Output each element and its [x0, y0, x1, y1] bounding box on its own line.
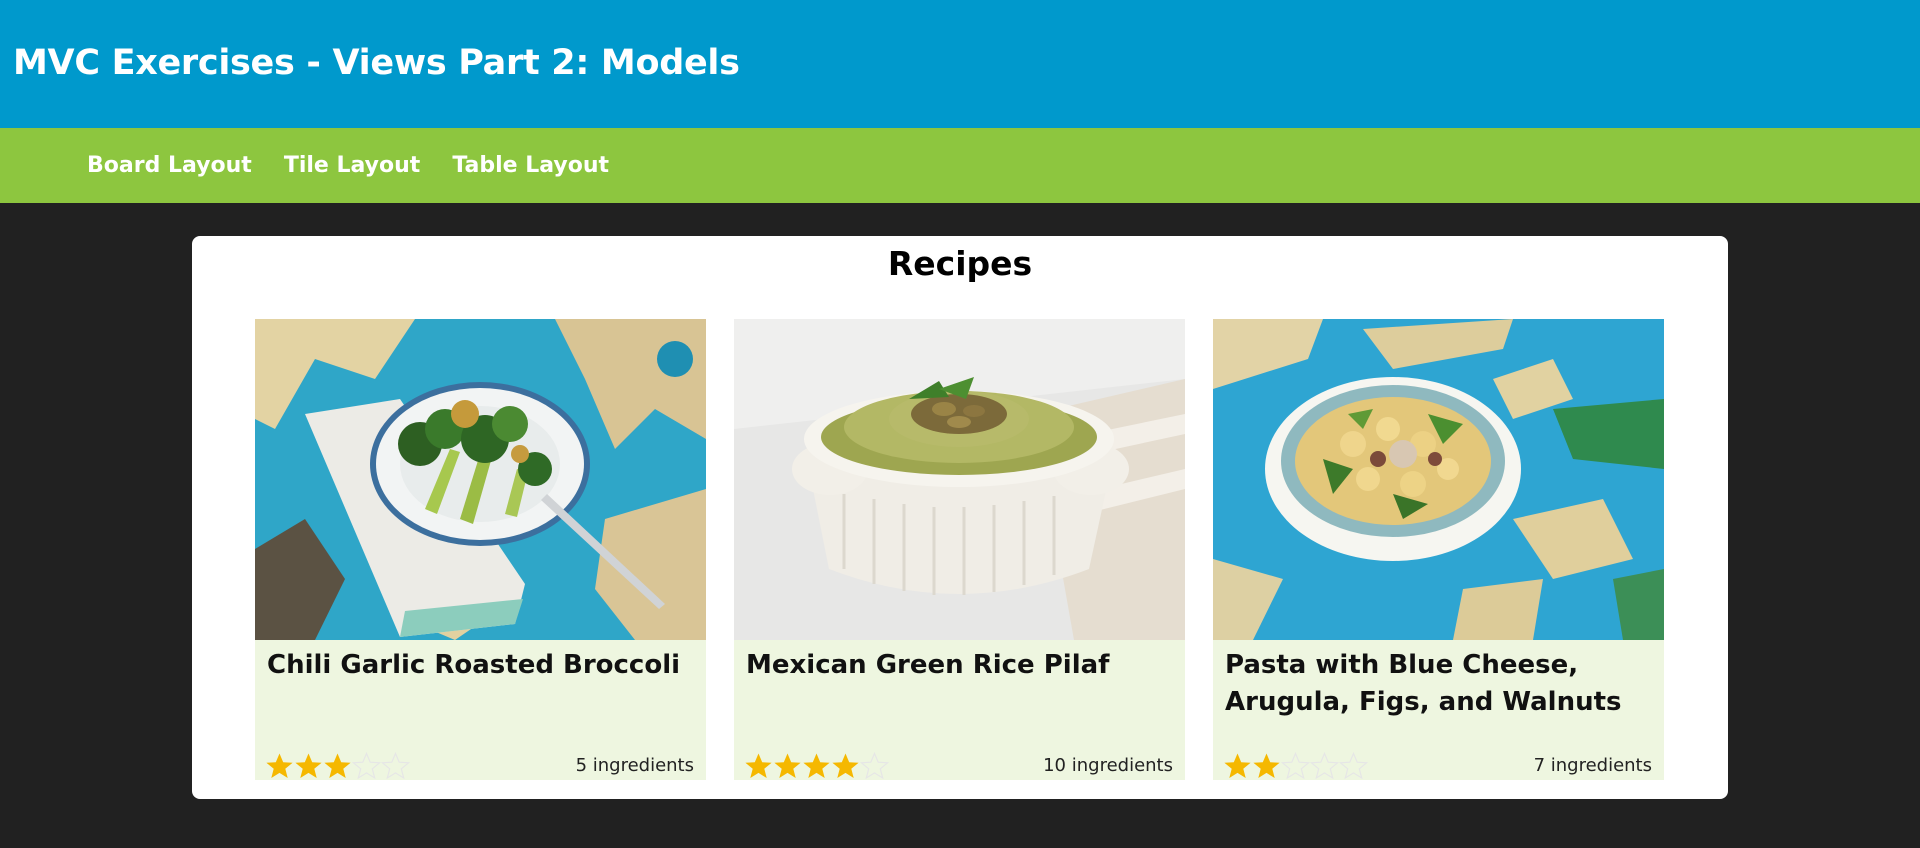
star-empty-icon: [381, 752, 410, 780]
ingredient-count: 10 ingredients: [1043, 755, 1173, 776]
recipes-panel: Recipes Chili Garlic Roasted Broccoli 5 …: [192, 236, 1728, 799]
recipe-photo-pasta[interactable]: [1213, 319, 1664, 640]
star-empty-icon: [1339, 752, 1368, 780]
star-rating: [265, 752, 410, 780]
site-title: MVC Exercises - Views Part 2: Models: [13, 43, 740, 83]
star-filled-icon: [324, 753, 351, 778]
star-empty-icon: [860, 752, 889, 780]
nav-table-layout[interactable]: Table Layout: [452, 153, 609, 178]
recipe-cards: Chili Garlic Roasted Broccoli 5 ingredie…: [255, 319, 1664, 780]
star-filled-icon: [266, 753, 293, 778]
star-filled-icon: [774, 753, 801, 778]
star-filled-icon: [803, 753, 830, 778]
recipe-card[interactable]: Pasta with Blue Cheese, Arugula, Figs, a…: [1213, 319, 1664, 780]
recipe-title[interactable]: Mexican Green Rice Pilaf: [746, 647, 1173, 684]
star-filled-icon: [832, 753, 859, 778]
recipe-title[interactable]: Pasta with Blue Cheese, Arugula, Figs, a…: [1225, 647, 1652, 721]
star-filled-icon: [1253, 753, 1280, 778]
nav-board-layout[interactable]: Board Layout: [87, 153, 252, 178]
recipe-card[interactable]: Mexican Green Rice Pilaf 10 ingredients: [734, 319, 1185, 780]
ingredient-count: 5 ingredients: [575, 755, 694, 776]
star-rating: [744, 752, 889, 780]
nav-tile-layout[interactable]: Tile Layout: [284, 153, 421, 178]
recipe-title[interactable]: Chili Garlic Roasted Broccoli: [267, 647, 694, 684]
nav-bar: Board Layout Tile Layout Table Layout: [0, 128, 1920, 203]
recipe-photo-rice-pilaf[interactable]: [734, 319, 1185, 640]
star-filled-icon: [295, 753, 322, 778]
star-empty-icon: [1310, 752, 1339, 780]
star-filled-icon: [1224, 753, 1251, 778]
recipe-card[interactable]: Chili Garlic Roasted Broccoli 5 ingredie…: [255, 319, 706, 780]
recipe-photo-broccoli[interactable]: [255, 319, 706, 640]
site-header: MVC Exercises - Views Part 2: Models: [0, 0, 1920, 128]
star-empty-icon: [352, 752, 381, 780]
star-rating: [1223, 752, 1368, 780]
ingredient-count: 7 ingredients: [1533, 755, 1652, 776]
star-filled-icon: [745, 753, 772, 778]
page-title: Recipes: [887, 244, 1033, 283]
star-empty-icon: [1281, 752, 1310, 780]
